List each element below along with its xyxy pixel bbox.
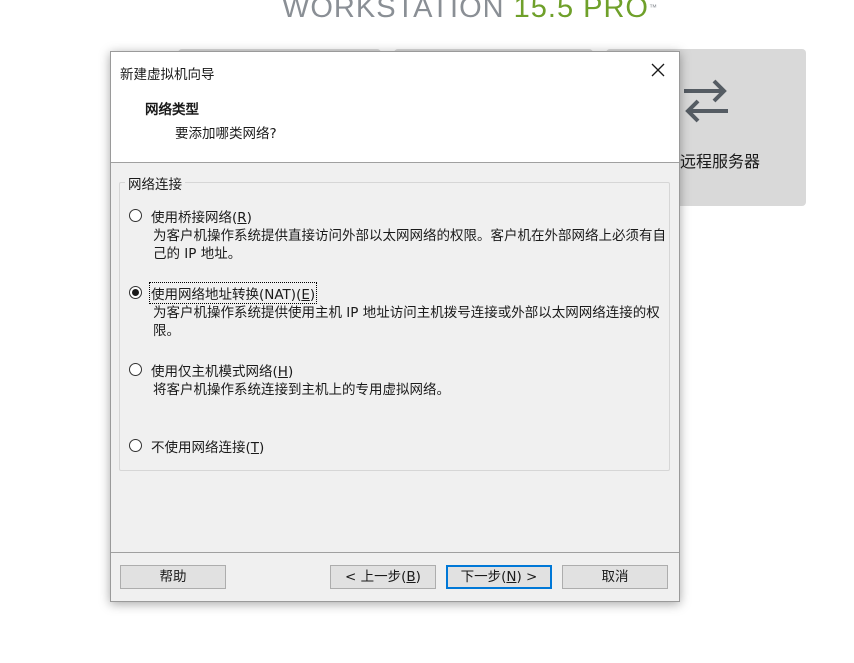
logo-text: WORKSTATION (282, 0, 514, 24)
cancel-button[interactable]: 取消 (562, 565, 668, 589)
option-host-only-desc: 将客户机操作系统连接到主机上的专用虚拟网络。 (153, 382, 450, 398)
dialog-title: 新建虚拟机向导 (120, 67, 215, 83)
option-bridged-desc: 为客户机操作系统提供直接访问外部以太网网络的权限。客户机在外部网络上必须有自己的… (153, 228, 666, 262)
option-nat-label[interactable]: 使用网络地址转换(NAT)(E) (148, 282, 318, 304)
workstation-logo: WORKSTATION 15.5 PRO™ (282, 0, 658, 28)
option-nat-desc: 为客户机操作系统提供使用主机 IP 地址访问主机拨号连接或外部以太网网络连接的权… (153, 305, 660, 339)
transfer-arrows-icon (684, 79, 728, 123)
back-button[interactable]: < 上一步(B) (330, 565, 436, 589)
remote-server-label: 远程服务器 (680, 152, 761, 171)
help-button[interactable]: 帮助 (120, 565, 226, 589)
radio-bridged[interactable] (129, 209, 142, 222)
logo-trademark: ™ (648, 3, 658, 12)
close-icon (651, 63, 665, 77)
option-bridged-label[interactable]: 使用桥接网络(R) (150, 206, 253, 226)
radio-no-network[interactable] (129, 439, 142, 452)
dialog-header: 新建虚拟机向导 网络类型 要添加哪类网络? (111, 52, 679, 163)
page-heading: 网络类型 (145, 102, 199, 118)
page-subheading: 要添加哪类网络? (175, 126, 277, 142)
radio-host-only[interactable] (129, 363, 142, 376)
new-vm-wizard-dialog: 新建虚拟机向导 网络类型 要添加哪类网络? 网络连接 使用桥接网络(R) 为客户… (110, 51, 680, 602)
option-host-only-label[interactable]: 使用仅主机模式网络(H) (150, 360, 294, 380)
footer-divider (111, 552, 679, 553)
logo-version: 15.5 PRO (513, 0, 649, 24)
group-label: 网络连接 (125, 173, 185, 193)
radio-nat[interactable] (129, 286, 142, 299)
option-no-network-label[interactable]: 不使用网络连接(T) (150, 436, 265, 456)
next-button[interactable]: 下一步(N) > (446, 565, 552, 589)
close-button[interactable] (645, 58, 671, 82)
